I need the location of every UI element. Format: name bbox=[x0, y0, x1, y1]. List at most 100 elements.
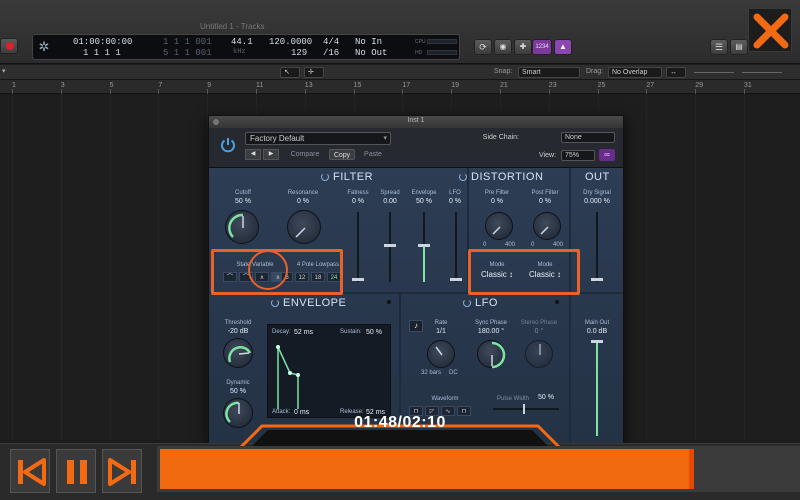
view-select[interactable]: 75% bbox=[561, 150, 595, 161]
ruler-tick bbox=[451, 89, 453, 94]
metronome-button[interactable]: ▲ bbox=[554, 39, 572, 55]
stereo-phase-knob[interactable] bbox=[525, 340, 553, 368]
compare-button[interactable]: Compare bbox=[287, 149, 323, 160]
progress-handle[interactable] bbox=[689, 449, 694, 489]
progress-fill bbox=[160, 449, 691, 489]
post-filter-max: 400 bbox=[553, 242, 564, 248]
tuner-button[interactable]: ◉ bbox=[494, 39, 512, 55]
main-out-fader-cap[interactable] bbox=[591, 340, 603, 343]
filter-power-icon[interactable] bbox=[321, 173, 329, 181]
ruler-bar-number: 9 bbox=[207, 82, 212, 89]
cutoff-knob[interactable] bbox=[225, 210, 259, 244]
side-chain-select[interactable]: None bbox=[561, 132, 615, 143]
section-divider-v4 bbox=[569, 294, 571, 446]
pre-filter-knob[interactable] bbox=[485, 212, 513, 240]
grid-line bbox=[695, 95, 697, 440]
pause-button[interactable] bbox=[56, 449, 96, 493]
spread-value: 0.00 bbox=[383, 198, 397, 205]
highlight-distortion-mode bbox=[468, 249, 580, 295]
record-icon bbox=[6, 42, 14, 50]
envelope-power-icon[interactable] bbox=[271, 299, 279, 307]
ruler-bar-number: 17 bbox=[402, 82, 411, 89]
fatness-fader-cap[interactable] bbox=[352, 278, 364, 281]
next-preset-button[interactable]: ▶ bbox=[263, 149, 279, 160]
bypass-power-button[interactable] bbox=[219, 136, 237, 154]
skip-back-icon bbox=[18, 458, 46, 486]
pulse-width-value: 50 % bbox=[538, 394, 554, 401]
grid-line bbox=[744, 95, 745, 440]
pre-filter-max: 400 bbox=[505, 242, 516, 248]
paste-button[interactable]: Paste bbox=[359, 149, 387, 160]
fatness-fader[interactable] bbox=[357, 212, 359, 282]
secondary-tool[interactable]: ✛ bbox=[304, 67, 324, 78]
close-button[interactable] bbox=[748, 8, 792, 52]
copy-button[interactable]: Copy bbox=[329, 149, 355, 160]
ruler-bar-number: 15 bbox=[353, 82, 362, 89]
sync-phase-label: Sync Phase bbox=[474, 320, 508, 326]
lfo-power-icon[interactable] bbox=[463, 299, 471, 307]
lcd-time: 01:00:00:00 bbox=[73, 37, 133, 47]
list-editors-button[interactable]: ☰ bbox=[710, 39, 728, 55]
horizontal-zoom-slider[interactable] bbox=[694, 72, 734, 73]
plugin-titlebar[interactable]: Inst 1 bbox=[209, 116, 623, 128]
sync-phase-knob[interactable] bbox=[477, 340, 506, 369]
lcd-division: /16 bbox=[323, 48, 340, 58]
skip-forward-button[interactable] bbox=[102, 449, 142, 493]
envelope-display[interactable]: Decay: 52 ms Sustain: 50 % Attack: 0 ms … bbox=[267, 324, 391, 418]
envelope-dot-icon bbox=[387, 300, 391, 304]
counter-badge[interactable]: 1234 bbox=[532, 39, 552, 55]
close-icon bbox=[753, 13, 789, 49]
distortion-power-icon[interactable] bbox=[459, 173, 467, 181]
dry-signal-fader-cap[interactable] bbox=[591, 278, 603, 281]
gear-icon[interactable]: ✲ bbox=[36, 39, 52, 55]
dry-signal-fader[interactable] bbox=[596, 212, 598, 282]
ruler-tick bbox=[158, 89, 160, 94]
link-button[interactable]: ∞ bbox=[599, 149, 615, 161]
lfo-rate-label: Rate bbox=[434, 320, 448, 326]
preset-select[interactable]: Factory Default ▾ bbox=[245, 132, 391, 145]
lcd-display[interactable]: ✲ 01:00:00:00 1 1 1 1 1 1 1 001 5 1 1 00… bbox=[32, 34, 460, 60]
previous-preset-button[interactable]: ◀ bbox=[245, 149, 261, 160]
pulse-width-slider[interactable] bbox=[493, 408, 559, 410]
pointer-tool[interactable]: ↖ bbox=[280, 67, 300, 78]
lfo-amount-fader-cap[interactable] bbox=[450, 278, 462, 281]
solo-button[interactable]: ✚ bbox=[514, 39, 532, 55]
skip-forward-icon bbox=[108, 458, 136, 486]
pause-icon bbox=[67, 460, 87, 484]
envelope-amount-fill bbox=[423, 246, 425, 282]
post-filter-knob[interactable] bbox=[533, 212, 561, 240]
record-button[interactable] bbox=[0, 38, 18, 54]
resonance-knob[interactable] bbox=[287, 210, 321, 244]
ruler-bar-number: 3 bbox=[60, 82, 65, 89]
cycle-button[interactable]: ⟳ bbox=[474, 39, 492, 55]
grid-line bbox=[158, 95, 160, 440]
spread-fader-cap[interactable] bbox=[384, 244, 396, 247]
ruler-tick bbox=[548, 89, 550, 94]
main-out-value: 0.0 dB bbox=[586, 328, 608, 335]
bar-ruler[interactable]: 1 3 5 7 9 11 13 15 17 19 21 23 25 27 29 31 bbox=[0, 80, 800, 94]
plugin-body: FILTER Cutoff 50 % Resonance 0 % Fatness… bbox=[209, 168, 623, 446]
spread-fader[interactable] bbox=[389, 212, 391, 282]
notes-button[interactable]: ▤ bbox=[730, 39, 748, 55]
lfo-rate-min: 32 bars bbox=[421, 370, 442, 376]
skip-back-button[interactable] bbox=[10, 449, 50, 493]
drag-select[interactable]: No Overlap bbox=[608, 67, 662, 78]
envelope-amount-fader-cap[interactable] bbox=[418, 244, 430, 247]
filter-menu-icon[interactable]: ▾ bbox=[2, 67, 10, 78]
resonance-value: 0 % bbox=[296, 198, 310, 205]
zoom-fit-button[interactable]: ↔ bbox=[666, 67, 686, 78]
vertical-zoom-slider[interactable] bbox=[742, 72, 782, 73]
plugin-title: Inst 1 bbox=[407, 117, 425, 124]
ruler-bar-number: 5 bbox=[109, 82, 114, 89]
ruler-bar-number: 21 bbox=[500, 82, 508, 89]
resonance-label: Resonance bbox=[287, 190, 319, 196]
cutoff-label: Cutoff bbox=[235, 190, 251, 196]
snap-select[interactable]: Smart bbox=[518, 67, 580, 78]
pre-filter-knob-pointer bbox=[492, 226, 501, 235]
post-filter-knob-pointer bbox=[540, 226, 549, 235]
lfo-sync-note-button[interactable]: ♪ bbox=[409, 320, 423, 332]
lfo-amount-fader[interactable] bbox=[455, 212, 457, 282]
pulse-width-slider-thumb[interactable] bbox=[523, 404, 525, 414]
lfo-rate-knob[interactable] bbox=[427, 340, 455, 368]
threshold-knob[interactable] bbox=[223, 338, 253, 368]
